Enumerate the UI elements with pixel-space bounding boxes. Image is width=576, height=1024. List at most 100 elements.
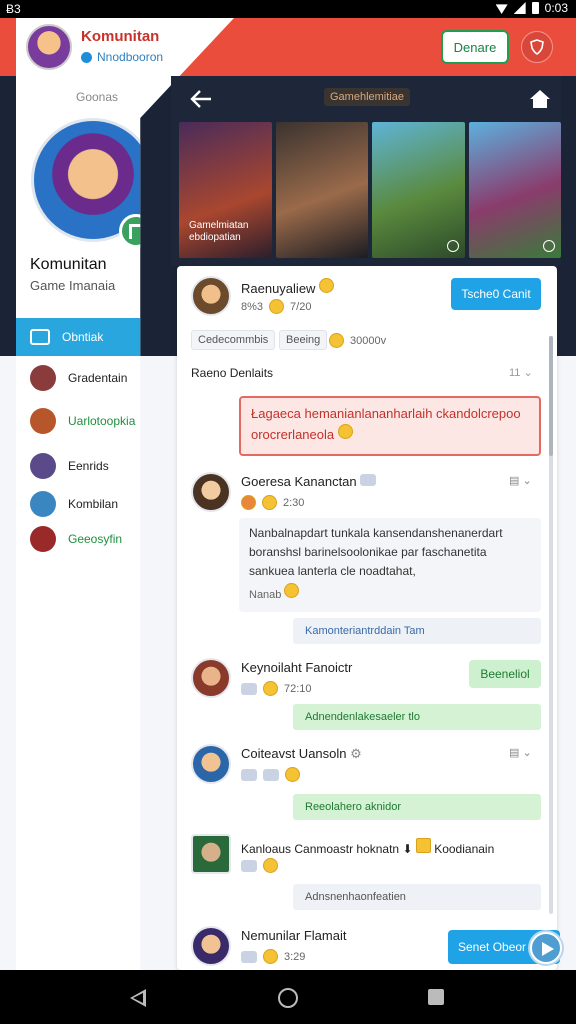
nav-back-icon[interactable]	[130, 989, 146, 1007]
meta-value: 7/20	[290, 300, 312, 313]
smile-emoji-icon	[284, 583, 300, 598]
reply-text: Kamonteriantrddain Tam	[305, 625, 425, 637]
media-thumbnail[interactable]: Gamelmiatan ebdiopatian	[179, 122, 272, 258]
sidebar-item-label: Uarlotoopkia	[68, 414, 136, 428]
sidebar-subtitle-text: Nnodbooron	[97, 50, 164, 64]
reply-text: Adnendenlakesaeler tlo	[305, 711, 420, 723]
app-screen: Denare Komunitan Nnodbooron Goonas Komun…	[0, 18, 576, 970]
reply-field[interactable]: Adnendenlakesaeler tlo	[293, 704, 541, 730]
avatar	[30, 491, 56, 517]
reply-text: Reeolahero aknidor	[305, 801, 402, 813]
post-action-button[interactable]: Tsche0 Canit	[451, 278, 541, 310]
media-gallery: Gamelmiatan ebdiopatian	[179, 122, 561, 258]
media-thumbnail[interactable]	[275, 122, 368, 258]
community-avatar[interactable]	[26, 24, 72, 70]
header-action-button[interactable]: Denare	[441, 30, 509, 64]
reply-field[interactable]: Kamonteriantrddain Tam	[293, 618, 541, 644]
status-time: 0:03	[544, 1, 568, 15]
reply-field[interactable]: Reeolahero aknidor	[293, 794, 541, 820]
reaction-count: 30000v	[329, 333, 386, 348]
smile-emoji-icon	[263, 949, 278, 964]
nav-home-icon[interactable]	[278, 988, 298, 1008]
smile-emoji-icon	[269, 299, 285, 314]
avatar	[30, 526, 56, 552]
sidebar-subtitle: Nnodbooron	[81, 50, 163, 64]
avatar	[30, 408, 56, 434]
meta-value: 72:10	[284, 682, 312, 695]
post-author-text: Coiteavst Uansoln	[241, 746, 347, 761]
post-author: Nemunilar Flamait	[241, 928, 347, 943]
post-extra-text: Koodianain	[434, 842, 495, 856]
post-author: Coiteavst Uansoln ⚙	[241, 746, 362, 762]
game-controller-icon	[360, 474, 377, 486]
meta-value: 2:30	[283, 496, 305, 509]
reply-field[interactable]: Adnsnenhaonfeatien	[293, 884, 541, 910]
post-author-text: Goeresa Kananctan	[241, 474, 357, 489]
profile-name: Komunitan	[30, 256, 107, 273]
sidebar-item-label: Eenrids	[68, 459, 109, 473]
section-label: Goonas	[76, 90, 119, 104]
wifi-icon	[495, 4, 508, 14]
post-status-button[interactable]: Beeneliol	[469, 660, 541, 688]
battery-icon	[531, 2, 539, 14]
smile-emoji-icon	[337, 424, 353, 439]
avatar[interactable]	[191, 276, 231, 316]
panel-header: Gamehlemitiae Gamelmiatan ebdiopatian	[171, 76, 561, 266]
home-icon[interactable]	[529, 88, 551, 110]
status-left-text: Ƀ3	[6, 2, 21, 16]
section-title: Raeno Denlaits	[191, 366, 274, 380]
window-icon	[30, 329, 50, 345]
status-icons: 0:03	[495, 1, 568, 15]
panel-title: Gamehlemitiae	[324, 88, 410, 106]
scrollbar[interactable]	[549, 336, 553, 914]
sidebar-title: Komunitan	[81, 28, 160, 45]
game-controller-icon	[241, 859, 257, 872]
comment-count: 11 ⌄	[509, 367, 533, 379]
highlighted-comment[interactable]: Łagaeca hemanianlananharlaih ckandolcrep…	[239, 396, 541, 456]
content-panel: Gamehlemitiae Gamelmiatan ebdiopatian Ra…	[171, 76, 561, 970]
post-body-footer: Nanab	[249, 583, 531, 605]
smile-emoji-icon	[329, 333, 344, 348]
avatar[interactable]	[191, 744, 231, 784]
profile-role: Game Imanaia	[30, 278, 116, 293]
play-icon[interactable]	[543, 240, 555, 252]
post-meta: 8%3 7/20	[241, 299, 311, 314]
post-author: Goeresa Kananctan	[241, 474, 377, 489]
arrow-down-icon: ⬇	[402, 842, 413, 856]
sidebar-item-label: Kombilan	[68, 497, 119, 511]
post-author: Raenuyaliew	[241, 278, 335, 296]
media-thumbnail[interactable]	[372, 122, 465, 258]
badge-icon	[415, 838, 431, 853]
post-author: Keynoilaht Fanoictr	[241, 660, 353, 675]
post-body-footer-text: Nanab	[249, 589, 282, 601]
thumbnail-caption: Gamelmiatan ebdiopatian	[189, 220, 249, 243]
feed-card: Raenuyaliew 8%3 7/20 Tsche0 Canit Cedeco…	[177, 266, 557, 970]
avatar[interactable]	[191, 834, 231, 874]
post-author-text: Raenuyaliew	[241, 281, 316, 296]
post-body-text: Nanbalnapdart tunkala kansendanshenanerd…	[249, 526, 503, 578]
play-icon[interactable]	[446, 240, 459, 252]
post-author: Kanloaus Canmoastr hoknatn ⬇ Koodianain	[241, 838, 494, 856]
avatar[interactable]	[191, 472, 231, 512]
avatar[interactable]	[191, 658, 231, 698]
media-thumbnail[interactable]	[468, 122, 561, 258]
send-arrow-icon[interactable]	[530, 932, 562, 964]
smile-emoji-icon	[285, 767, 300, 782]
tag-chip[interactable]: Cedecommbis	[191, 330, 276, 350]
nav-recents-icon[interactable]	[428, 989, 444, 1005]
shield-icon-button[interactable]	[521, 31, 553, 63]
more-options-icon[interactable]: ▤ ⌄	[509, 474, 532, 487]
info-dot-icon	[81, 51, 92, 63]
tag-chip[interactable]: Beeing	[279, 330, 328, 350]
post-author-text: Kanloaus Canmoastr hoknatn	[241, 842, 400, 856]
send-button-label: Senet Obeor	[458, 940, 527, 954]
reply-text: Adnsnenhaonfeatien	[305, 891, 406, 903]
back-arrow-icon[interactable]	[189, 88, 213, 110]
image-icon	[241, 682, 257, 695]
highlighted-comment-text: Łagaeca hemanianlananharlaih ckandolcrep…	[251, 406, 521, 442]
post-meta: 72:10	[241, 681, 312, 696]
more-options-icon[interactable]: ▤ ⌄	[509, 746, 532, 759]
meta-value: 3:29	[284, 950, 306, 963]
avatar[interactable]	[191, 926, 231, 966]
sidebar-item-label: Gradentain	[68, 371, 128, 385]
